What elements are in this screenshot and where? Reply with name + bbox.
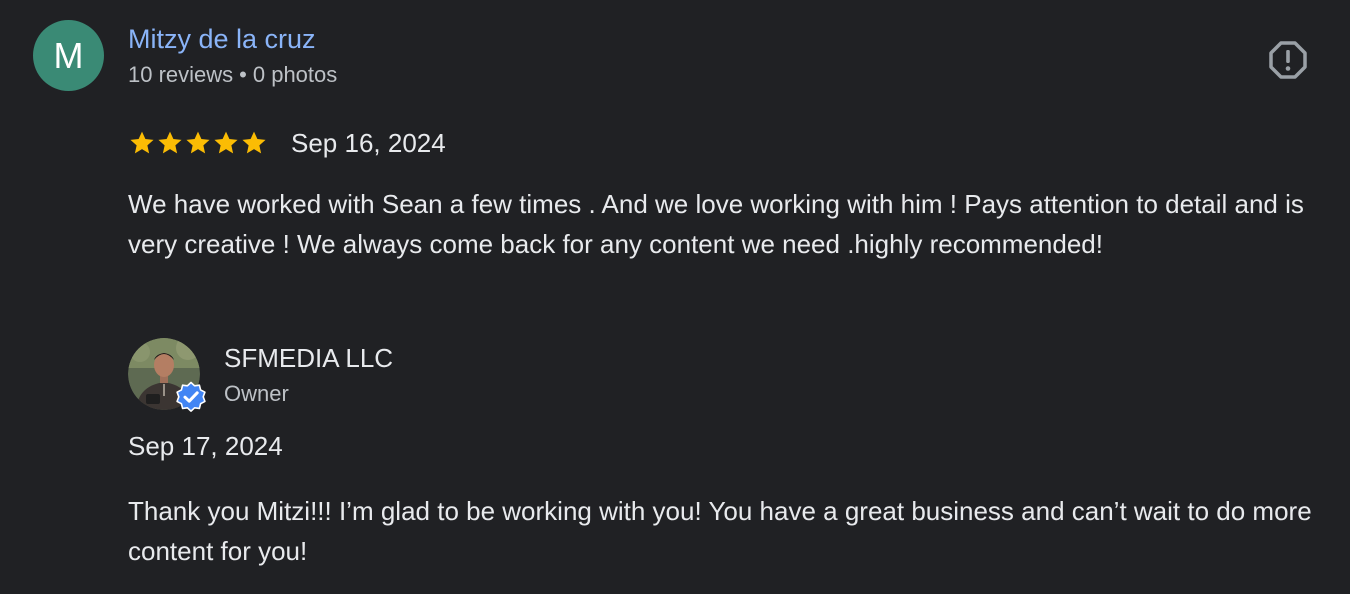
owner-response-text: Thank you Mitzi!!! I’m glad to be workin… [128,496,1312,566]
reviewer-photo-count: 0 photos [252,62,338,87]
review-text: We have worked with Sean a few times . A… [128,189,1304,259]
star-icon [158,131,182,154]
report-review-button[interactable] [1265,37,1311,83]
star-icon [214,131,238,154]
star-icon [130,131,154,154]
review-date: Sep 16, 2024 [291,128,446,158]
owner-avatar[interactable] [128,338,206,412]
star-icon [186,131,210,154]
reviewer-name[interactable]: Mitzy de la cruz [128,24,316,55]
owner-name: SFMEDIA LLC [224,343,394,373]
reviewer-initial: M [53,34,84,76]
star-icon [242,131,266,154]
reviewer-meta: 10 reviews • 0 photos [128,62,337,88]
review-card: M Mitzy de la cruz 10 reviews • 0 photos S… [0,0,1350,594]
reviewer-review-count: 10 reviews [128,62,234,87]
verified-check-icon [176,381,206,412]
meta-separator: • [239,62,247,87]
owner-role: Owner [224,381,289,406]
star-rating [128,129,268,157]
reviewer-avatar[interactable]: M [33,20,104,91]
owner-response-date: Sep 17, 2024 [128,431,283,461]
report-flag-icon [1269,41,1307,79]
